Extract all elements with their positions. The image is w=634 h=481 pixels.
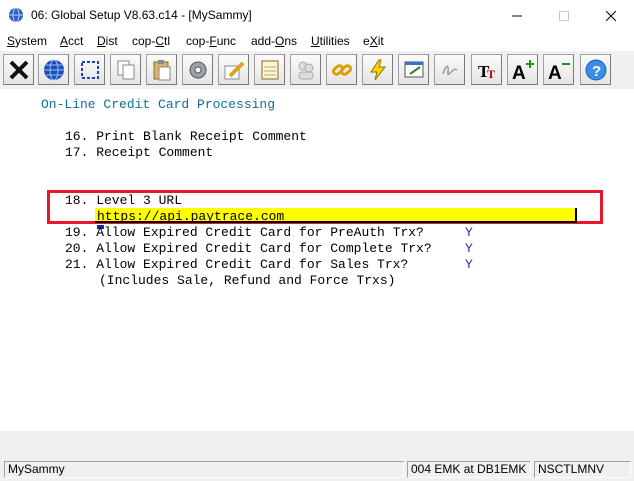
toolbar-users-button [290, 54, 321, 85]
close-button[interactable] [588, 0, 634, 31]
toolbar-font-button[interactable]: TT [471, 54, 502, 85]
status-company: MySammy [4, 461, 404, 478]
bottom-panel [0, 431, 634, 459]
level-3-url-value: https://api.paytrace.com [97, 209, 285, 224]
select-icon [80, 60, 99, 79]
signature-icon [441, 65, 458, 75]
screen-edit-icon [404, 61, 423, 77]
option-20-value[interactable]: Y [465, 241, 473, 256]
option-19-value[interactable]: Y [465, 225, 473, 240]
help-icon: ? [585, 59, 606, 80]
toolbar-close-button[interactable] [3, 54, 34, 85]
status-bar: MySammy 004 EMK at DB1EMK NSCTLMNV [0, 459, 634, 481]
font-increase-icon: A [512, 59, 534, 82]
menu-bar: System Acct Dist cop-Ctl cop-Func add-On… [0, 31, 634, 51]
title-bar: 06: Global Setup V8.63.c14 - [MySammy] [0, 0, 634, 31]
copy-icon [117, 60, 134, 79]
toolbar-settings-button[interactable] [182, 54, 213, 85]
users-icon [298, 61, 313, 79]
option-18-label: 18. Level 3 URL [65, 193, 183, 208]
toolbar-copy-button[interactable] [110, 54, 141, 85]
font-decrease-icon: A [548, 62, 570, 82]
menu-utilities[interactable]: Utilities [311, 34, 350, 48]
lightning-icon [369, 59, 386, 80]
svg-text:A: A [512, 63, 526, 82]
edit-pencil-icon [224, 61, 244, 79]
option-21: 21. Allow Expired Credit Card for Sales … [65, 257, 409, 272]
menu-cop-ctl[interactable]: cop-Ctl [132, 34, 170, 48]
toolbar-paste-button[interactable] [146, 54, 177, 85]
toolbar-screen-button[interactable] [398, 54, 429, 85]
window-title: 06: Global Setup V8.63.c14 - [MySammy] [31, 8, 252, 22]
app-globe-icon [9, 7, 23, 23]
toolbar-globe-button[interactable] [38, 54, 69, 85]
paste-icon [153, 59, 170, 80]
toolbar-notepad-button[interactable] [254, 54, 285, 85]
toolbar-link-button[interactable] [326, 54, 357, 85]
svg-text:?: ? [592, 63, 601, 80]
svg-text:A: A [548, 63, 562, 82]
option-17: 17. Receipt Comment [65, 145, 214, 160]
toolbar-lightning-button[interactable] [362, 54, 393, 85]
toolbar-select-button[interactable] [74, 54, 105, 85]
option-19: 19. Allow Expired Credit Card for PreAut… [65, 225, 424, 240]
option-16: 16. Print Blank Receipt Comment [65, 129, 307, 144]
menu-cop-func[interactable]: cop-Func [186, 34, 236, 48]
toolbar-edit-button[interactable] [218, 54, 249, 85]
notepad-icon [261, 60, 278, 79]
menu-system[interactable]: System [7, 34, 47, 48]
menu-dist[interactable]: Dist [97, 34, 118, 48]
font-tt-icon: TT [478, 62, 495, 81]
chain-link-icon [331, 63, 352, 76]
maximize-button [541, 0, 587, 31]
menu-add-ons[interactable]: add-Ons [251, 34, 297, 48]
option-20: 20. Allow Expired Credit Card for Comple… [65, 241, 432, 256]
option-21-value[interactable]: Y [465, 257, 473, 272]
menu-exit[interactable]: eXit [363, 34, 384, 48]
close-x-icon [9, 60, 28, 79]
status-user-db: 004 EMK at DB1EMK [407, 461, 531, 478]
toolbar-signature-button [434, 54, 465, 85]
status-code: NSCTLMNV [534, 461, 631, 478]
close-icon [606, 10, 616, 21]
maximize-icon [559, 10, 569, 21]
settings-icon [189, 61, 206, 78]
svg-text:T: T [487, 67, 495, 81]
toolbar-font-increase-button[interactable]: A [507, 54, 538, 85]
screen-heading: On-Line Credit Card Processing [41, 97, 276, 112]
terminal-screen: On-Line Credit Card Processing 16. Print… [0, 89, 634, 431]
option-21-note: (Includes Sale, Refund and Force Trxs) [99, 273, 396, 288]
toolbar-help-button[interactable]: ? [580, 54, 611, 85]
toolbar: TT A A ? [0, 51, 634, 89]
minimize-button[interactable] [494, 0, 540, 31]
minimize-icon [512, 15, 522, 16]
toolbar-font-decrease-button[interactable]: A [543, 54, 574, 85]
globe-icon [43, 59, 64, 80]
menu-acct[interactable]: Acct [60, 34, 83, 48]
